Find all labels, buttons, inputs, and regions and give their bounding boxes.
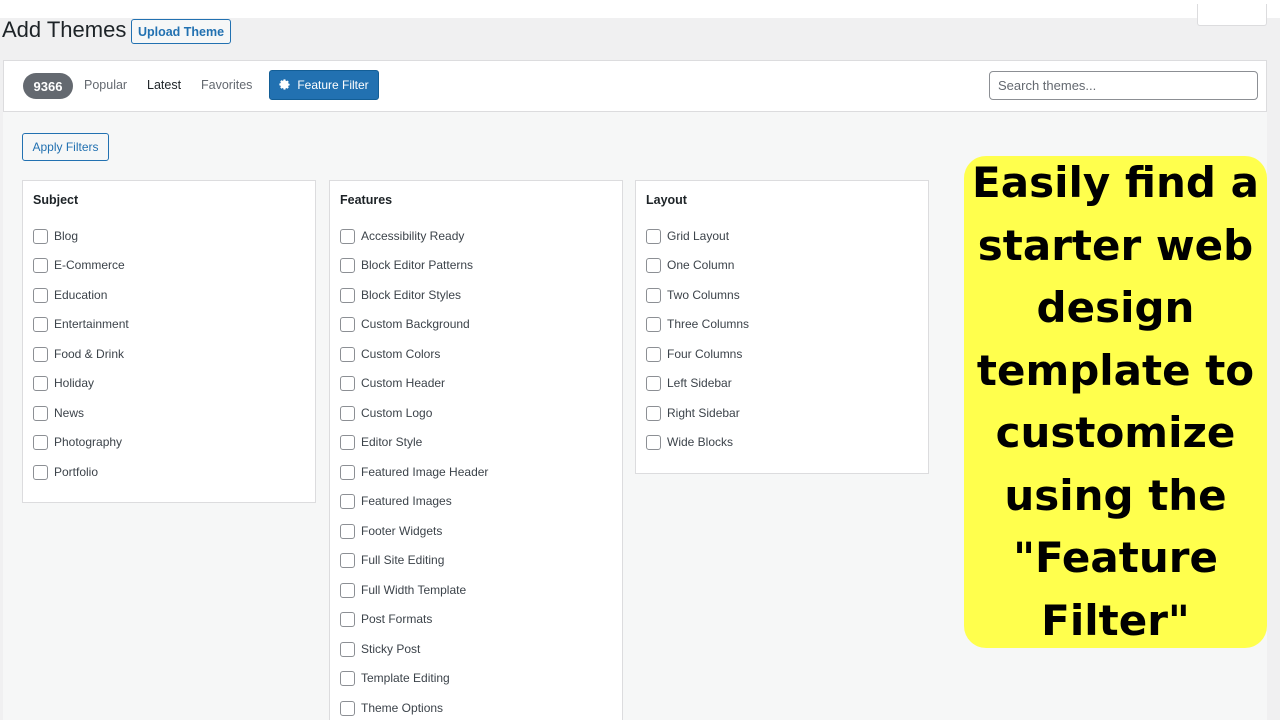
option-post-formats[interactable]: Post Formats	[340, 611, 432, 627]
checkbox[interactable]	[340, 611, 355, 627]
filter-link-favorites[interactable]: Favorites	[201, 78, 252, 92]
checkbox[interactable]	[33, 434, 48, 450]
filter-group-features: Features Accessibility Ready Block Edito…	[329, 180, 623, 720]
filter-group-layout: Layout Grid Layout One Column Two Column…	[635, 180, 929, 474]
checkbox[interactable]	[340, 493, 355, 509]
theme-count-badge: 9366	[23, 73, 73, 99]
checkbox[interactable]	[340, 375, 355, 391]
option-full-width-template[interactable]: Full Width Template	[340, 582, 466, 598]
option-template-editing[interactable]: Template Editing	[340, 670, 450, 686]
option-one-column[interactable]: One Column	[646, 257, 734, 273]
option-custom-background[interactable]: Custom Background	[340, 316, 470, 332]
option-three-columns[interactable]: Three Columns	[646, 316, 749, 332]
feature-filter-button[interactable]: Feature Filter	[269, 70, 379, 100]
option-editor-style[interactable]: Editor Style	[340, 434, 422, 450]
option-entertainment[interactable]: Entertainment	[33, 316, 129, 332]
option-four-columns[interactable]: Four Columns	[646, 346, 742, 362]
option-left-sidebar[interactable]: Left Sidebar	[646, 375, 732, 391]
option-education[interactable]: Education	[33, 287, 107, 303]
feature-filter-label: Feature Filter	[297, 78, 369, 92]
checkbox[interactable]	[646, 346, 661, 362]
checkbox[interactable]	[340, 257, 355, 273]
checkbox[interactable]	[646, 287, 661, 303]
option-featured-images[interactable]: Featured Images	[340, 493, 452, 509]
option-custom-header[interactable]: Custom Header	[340, 375, 445, 391]
checkbox[interactable]	[33, 257, 48, 273]
option-block-editor-styles[interactable]: Block Editor Styles	[340, 287, 461, 303]
option-theme-options[interactable]: Theme Options	[340, 700, 443, 716]
upload-theme-button[interactable]: Upload Theme	[131, 19, 231, 44]
checkbox[interactable]	[340, 228, 355, 244]
help-tab-button[interactable]	[1197, 4, 1267, 26]
checkbox[interactable]	[33, 405, 48, 421]
group-title-features: Features	[340, 193, 393, 207]
checkbox[interactable]	[33, 228, 48, 244]
group-title-layout: Layout	[646, 193, 687, 207]
option-food-drink[interactable]: Food & Drink	[33, 346, 124, 362]
gear-icon	[279, 79, 290, 90]
filter-link-popular[interactable]: Popular	[84, 78, 127, 92]
filter-group-subject: Subject Blog E-Commerce Education Entert…	[22, 180, 316, 503]
checkbox[interactable]	[340, 316, 355, 332]
option-right-sidebar[interactable]: Right Sidebar	[646, 405, 740, 421]
checkbox[interactable]	[646, 405, 661, 421]
option-holiday[interactable]: Holiday	[33, 375, 94, 391]
option-block-editor-patterns[interactable]: Block Editor Patterns	[340, 257, 473, 273]
checkbox[interactable]	[33, 464, 48, 480]
checkbox[interactable]	[340, 346, 355, 362]
checkbox[interactable]	[340, 434, 355, 450]
callout-text: Easily find a starter web design templat…	[972, 158, 1259, 645]
checkbox[interactable]	[646, 228, 661, 244]
checkbox[interactable]	[340, 641, 355, 657]
checkbox[interactable]	[340, 523, 355, 539]
checkbox[interactable]	[33, 375, 48, 391]
option-grid-layout[interactable]: Grid Layout	[646, 228, 729, 244]
checkbox[interactable]	[340, 552, 355, 568]
checkbox[interactable]	[646, 434, 661, 450]
filter-link-latest[interactable]: Latest	[147, 78, 181, 92]
checkbox[interactable]	[340, 464, 355, 480]
option-two-columns[interactable]: Two Columns	[646, 287, 740, 303]
option-photography[interactable]: Photography	[33, 434, 122, 450]
checkbox[interactable]	[340, 670, 355, 686]
checkbox[interactable]	[340, 287, 355, 303]
checkbox[interactable]	[33, 287, 48, 303]
option-footer-widgets[interactable]: Footer Widgets	[340, 523, 442, 539]
checkbox[interactable]	[646, 375, 661, 391]
checkbox[interactable]	[33, 346, 48, 362]
group-title-subject: Subject	[33, 193, 79, 207]
page-title: Add Themes	[2, 17, 127, 42]
option-sticky-post[interactable]: Sticky Post	[340, 641, 420, 657]
checkbox[interactable]	[646, 316, 661, 332]
feature-filter-callout: Easily find a starter web design templat…	[964, 156, 1267, 648]
option-e-commerce[interactable]: E-Commerce	[33, 257, 125, 273]
option-accessibility-ready[interactable]: Accessibility Ready	[340, 228, 464, 244]
checkbox[interactable]	[340, 582, 355, 598]
option-custom-colors[interactable]: Custom Colors	[340, 346, 440, 362]
theme-filter-bar: 9366 Popular Latest Favorites Feature Fi…	[3, 60, 1267, 112]
admin-top-strip	[0, 0, 1280, 26]
checkbox[interactable]	[340, 700, 355, 716]
apply-filters-button[interactable]: Apply Filters	[22, 133, 109, 161]
option-wide-blocks[interactable]: Wide Blocks	[646, 434, 733, 450]
checkbox[interactable]	[33, 316, 48, 332]
option-blog[interactable]: Blog	[33, 228, 78, 244]
search-themes-input[interactable]	[989, 71, 1258, 100]
option-portfolio[interactable]: Portfolio	[33, 464, 98, 480]
option-full-site-editing[interactable]: Full Site Editing	[340, 552, 444, 568]
option-custom-logo[interactable]: Custom Logo	[340, 405, 432, 421]
option-featured-image-header[interactable]: Featured Image Header	[340, 464, 488, 480]
option-news[interactable]: News	[33, 405, 84, 421]
checkbox[interactable]	[340, 405, 355, 421]
checkbox[interactable]	[646, 257, 661, 273]
